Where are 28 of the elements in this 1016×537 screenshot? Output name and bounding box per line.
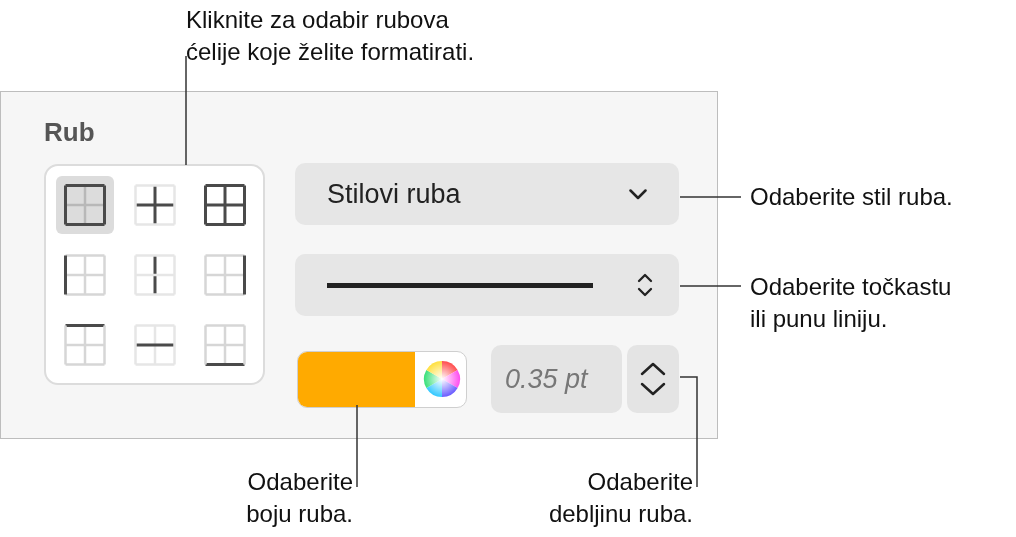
- cell-grid-icon: [204, 184, 246, 226]
- callout-text: Kliknite za odabir rubova ćelije koje želite formatirati.: [186, 5, 475, 67]
- color-well[interactable]: [297, 350, 467, 408]
- line-style-selector[interactable]: [295, 254, 679, 316]
- section-title: Rub: [44, 116, 96, 148]
- cell-grid-icon: [64, 324, 106, 366]
- callout-text: Odaberite debljinu ruba.: [548, 467, 693, 529]
- leader-line: [679, 196, 742, 198]
- chevron-down-icon: [640, 382, 667, 396]
- width-field[interactable]: 0.35 pt: [491, 345, 623, 413]
- stepper[interactable]: [627, 345, 679, 413]
- callout-text: Odaberite boju ruba.: [246, 467, 353, 529]
- callout-text: Odaberite točkastu ili punu liniju.: [750, 272, 952, 334]
- chevron-up-icon: [640, 362, 667, 376]
- cell-grid-icon: [204, 324, 246, 366]
- up-down-chevron-icon: [637, 272, 653, 298]
- chevron-down-icon: [629, 188, 647, 200]
- leader-line: [679, 285, 742, 287]
- cell-grid-icon: [204, 254, 246, 296]
- cell-grid-icon: [64, 254, 106, 296]
- color-wheel-icon: [423, 360, 461, 398]
- border-style-dropdown[interactable]: Stilovi ruba: [295, 163, 679, 225]
- cell-grid-icon: [134, 184, 176, 226]
- border-option[interactable]: [56, 176, 114, 234]
- cell-grid-icon: [134, 254, 176, 296]
- cell-grid-icon: [134, 324, 176, 366]
- callout-text: Odaberite stil ruba.: [750, 182, 953, 212]
- cell-grid-icon: [64, 184, 106, 226]
